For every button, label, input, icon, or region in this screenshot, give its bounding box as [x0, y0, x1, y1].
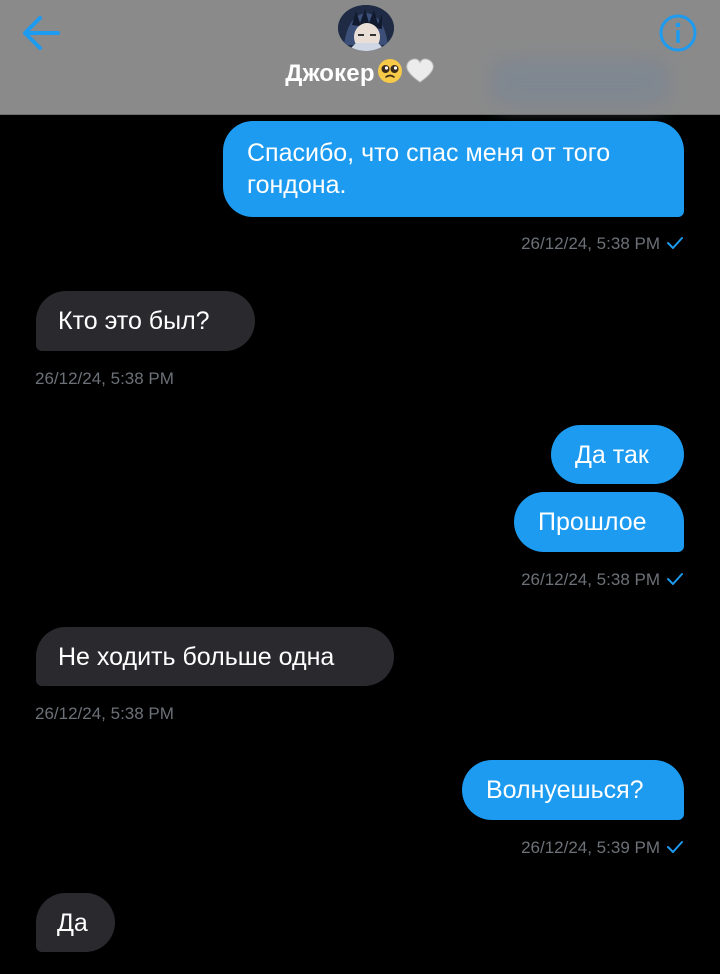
message-text: Прошлое	[538, 508, 647, 536]
outgoing-message-bubble[interactable]: Прошлое	[514, 492, 684, 552]
checkmark-icon	[666, 571, 684, 591]
incoming-message-bubble[interactable]: Не ходить больше одна	[36, 627, 394, 686]
back-button[interactable]	[18, 12, 64, 54]
arrow-left-icon	[23, 16, 60, 50]
avatar[interactable]	[338, 5, 394, 51]
incoming-message-bubble[interactable]: Кто это был?	[36, 291, 255, 351]
incoming-message-bubble[interactable]: Да	[36, 893, 115, 952]
blurred-region	[490, 58, 670, 106]
message-text: Кто это был?	[58, 307, 210, 335]
message-timestamp: 26/12/24, 5:38 PM	[521, 234, 684, 255]
info-icon	[659, 14, 697, 52]
outgoing-message-bubble[interactable]: Спасибо, что спас меня от того гондона.	[223, 121, 684, 217]
chat-header: Джокер	[0, 0, 720, 115]
message-text-line: гондона.	[247, 171, 347, 199]
message-text: Не ходить больше одна	[58, 643, 335, 671]
outgoing-message-bubble[interactable]: Волнуешься?	[462, 760, 684, 820]
message-text: Да	[57, 909, 88, 937]
message-text: Да так	[575, 441, 649, 469]
message-timestamp: 26/12/24, 5:38 PM	[35, 369, 174, 388]
message-text: Волнуешься?	[486, 776, 644, 804]
message-text-line: Спасибо, что спас меня от того	[247, 139, 611, 167]
info-button[interactable]	[658, 13, 698, 53]
message-timestamp: 26/12/24, 5:38 PM	[35, 704, 174, 723]
message-timestamp: 26/12/24, 5:39 PM	[521, 838, 684, 859]
outgoing-message-bubble[interactable]: Да так	[551, 425, 684, 484]
checkmark-icon	[666, 235, 684, 255]
white-heart-icon	[405, 58, 435, 91]
pleading-face-icon	[377, 58, 403, 91]
checkmark-icon	[666, 839, 684, 859]
message-timestamp: 26/12/24, 5:38 PM	[521, 570, 684, 591]
